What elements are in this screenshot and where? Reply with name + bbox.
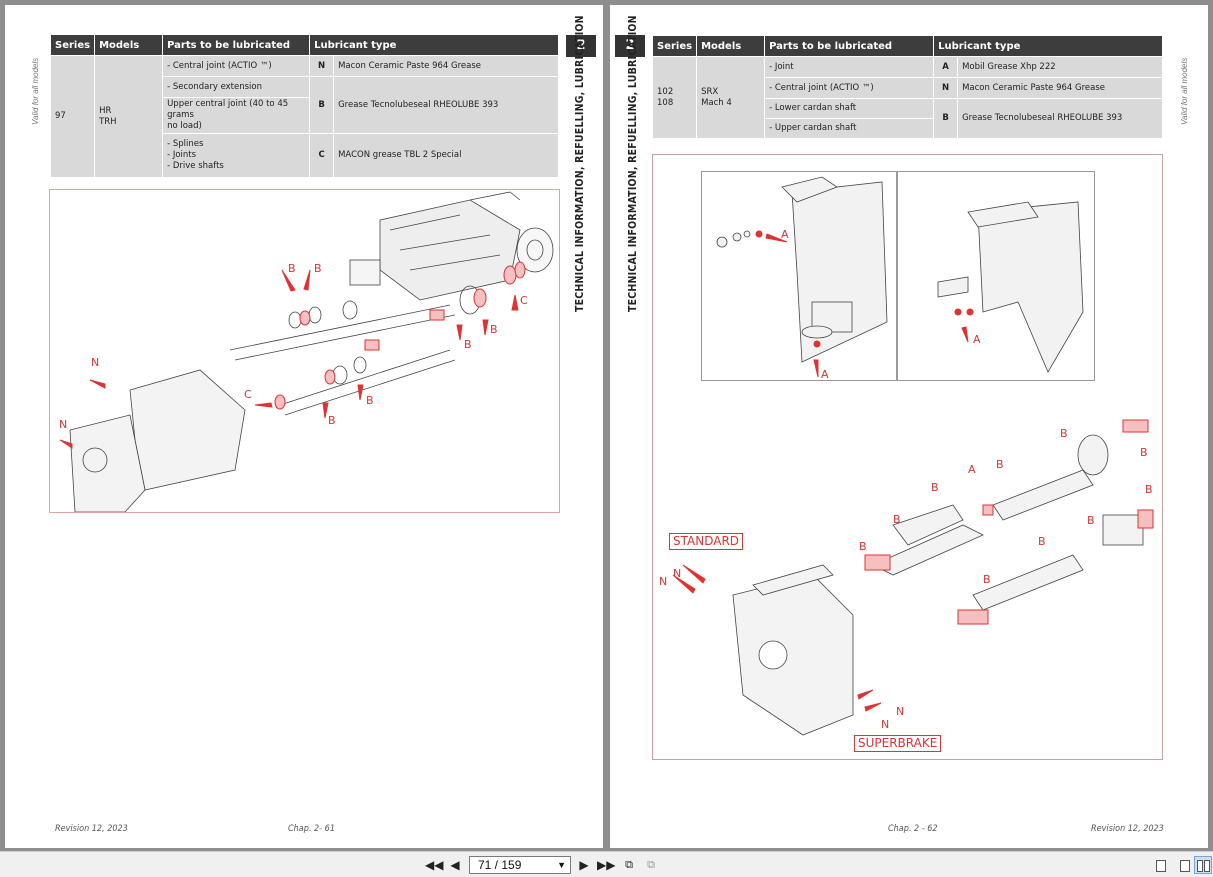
- page-61: Valid for all models 2 TECHNICAL INFORMA…: [5, 5, 603, 848]
- marker-label: B: [1060, 427, 1068, 440]
- lubricant-code: A: [933, 56, 959, 78]
- lubricant-name: Grease Tecnolubeseal RHEOLUBE 393: [333, 76, 559, 134]
- two-page-icon[interactable]: [1194, 856, 1212, 874]
- lubricant-name: Macon Ceramic Paste 964 Grease: [957, 77, 1163, 99]
- marker-label: B: [859, 540, 867, 553]
- series-cell: 102 108: [651, 56, 698, 139]
- paste-icon[interactable]: ⧉: [643, 857, 659, 873]
- marker-label: B: [490, 323, 498, 336]
- footer-revision: Revision 12, 2023: [55, 824, 128, 834]
- page-62: 2 TECHNICAL INFORMATION, REFUELLING, LUB…: [610, 5, 1208, 848]
- valid-label: Valid for all models: [31, 57, 40, 125]
- table-row: 97 HR TRH - Central joint (ACTIO ™) N Ma…: [49, 55, 559, 178]
- marker-label: N: [59, 418, 68, 431]
- part-cell: - Central joint (ACTIO ™): [162, 55, 311, 77]
- lubricant-code: N: [933, 77, 959, 99]
- header-parts: Parts to be lubricated: [162, 34, 311, 56]
- marker-label: C: [244, 388, 252, 401]
- part-cell: - Lower cardan shaft: [764, 98, 935, 119]
- valid-label: Valid for all models: [1180, 57, 1189, 125]
- page-number-input[interactable]: 71 / 159 ▼: [469, 856, 571, 874]
- header-models: Models: [696, 35, 766, 57]
- part-cell: - Secondary extension: [162, 76, 311, 98]
- chevron-down-icon[interactable]: ▼: [557, 857, 566, 873]
- marker-label: B: [996, 458, 1004, 471]
- viewer-toolbar: ◀◀ ◀ 71 / 159 ▼ ▶ ▶▶ ⧉ ⧉: [0, 851, 1213, 877]
- marker-label: N: [91, 356, 100, 369]
- header-series: Series: [49, 34, 96, 56]
- joint-detail-right: [897, 171, 1095, 381]
- models-cell: HR TRH: [94, 55, 164, 178]
- marker-label: N: [896, 705, 905, 718]
- marker-label: B: [464, 338, 472, 351]
- lubrication-table: Series Models Parts to be lubricated Lub…: [651, 35, 1163, 139]
- next-page-icon[interactable]: ▶: [576, 857, 592, 873]
- lubricant-name: Mobil Grease Xhp 222: [957, 56, 1163, 78]
- lubrication-diagram: A A A B B A B B B B B B B B N N N N STAN…: [652, 154, 1163, 760]
- marker-label: B: [1145, 483, 1153, 496]
- standard-label: STANDARD: [669, 533, 744, 550]
- marker-label: B: [931, 481, 939, 494]
- lubricant-name: Grease Tecnolubeseal RHEOLUBE 393: [957, 98, 1163, 139]
- pdf-viewer: Valid for all models 2 TECHNICAL INFORMA…: [0, 0, 1213, 877]
- marker-label: B: [288, 262, 296, 275]
- joint-detail-left: [701, 171, 897, 381]
- part-cell: - Central joint (ACTIO ™): [764, 77, 935, 99]
- lubrication-table: Series Models Parts to be lubricated Lub…: [49, 34, 559, 178]
- marker-label: B: [366, 394, 374, 407]
- header-parts: Parts to be lubricated: [764, 35, 935, 57]
- header-series: Series: [651, 35, 698, 57]
- lubricant-name: MACON grease TBL 2 Special: [333, 133, 559, 178]
- lubricant-code: N: [309, 55, 335, 77]
- part-cell: - Joint: [764, 56, 935, 78]
- header-lubricant: Lubricant type: [933, 35, 1163, 57]
- marker-label: C: [520, 294, 528, 307]
- footer-chapter: Chap. 2- 61: [288, 824, 335, 834]
- marker-label: B: [1038, 535, 1046, 548]
- marker-label: B: [328, 414, 336, 427]
- part-cell: - Upper cardan shaft: [764, 118, 935, 139]
- part-cell: - Splines - Joints - Drive shafts: [162, 133, 311, 178]
- last-page-icon[interactable]: ▶▶: [597, 857, 615, 873]
- marker-label: A: [968, 463, 976, 476]
- part-cell: Upper central joint (40 to 45 grams no l…: [162, 97, 311, 134]
- lubricant-name: Macon Ceramic Paste 964 Grease: [333, 55, 559, 77]
- marker-label: N: [659, 575, 668, 588]
- superbrake-label: SUPERBRAKE: [854, 735, 942, 752]
- cardan-shaft-drawing: [672, 419, 1154, 736]
- exploded-view-drawing: [59, 191, 554, 513]
- marker-label: A: [781, 228, 789, 241]
- marker-label: B: [983, 573, 991, 586]
- marker-label: B: [893, 513, 901, 526]
- models-cell: SRX Mach 4: [696, 56, 766, 139]
- marker-label: B: [314, 262, 322, 275]
- footer-revision: Revision 12, 2023: [1091, 824, 1164, 834]
- marker-label: B: [1140, 446, 1148, 459]
- first-page-icon[interactable]: ◀◀: [425, 857, 443, 873]
- marker-label: B: [1087, 514, 1095, 527]
- previous-page-icon[interactable]: ◀: [447, 857, 463, 873]
- single-page-icon[interactable]: [1151, 856, 1169, 874]
- lubricant-code: C: [309, 133, 335, 178]
- lubrication-diagram: B B C B B N C B B N: [49, 189, 560, 513]
- header-lubricant: Lubricant type: [309, 34, 559, 56]
- chapter-side-title: TECHNICAL INFORMATION, REFUELLING, LUBRI…: [574, 15, 586, 312]
- table-row: 102 108 SRX Mach 4 - Joint A Mobil Greas…: [651, 56, 1163, 139]
- page-indicator: 71 / 159: [478, 858, 522, 872]
- continuous-page-icon[interactable]: [1173, 856, 1191, 874]
- marker-label: N: [673, 567, 682, 580]
- header-models: Models: [94, 34, 164, 56]
- series-cell: 97: [49, 55, 96, 178]
- marker-label: N: [881, 718, 890, 731]
- marker-label: A: [821, 368, 829, 381]
- lubricant-code: B: [933, 98, 959, 139]
- copy-icon[interactable]: ⧉: [621, 857, 637, 873]
- lubricant-code: B: [309, 76, 335, 134]
- footer-chapter: Chap. 2 - 62: [888, 824, 938, 834]
- chapter-side-title: TECHNICAL INFORMATION, REFUELLING, LUBRI…: [627, 15, 639, 312]
- marker-label: A: [973, 333, 981, 346]
